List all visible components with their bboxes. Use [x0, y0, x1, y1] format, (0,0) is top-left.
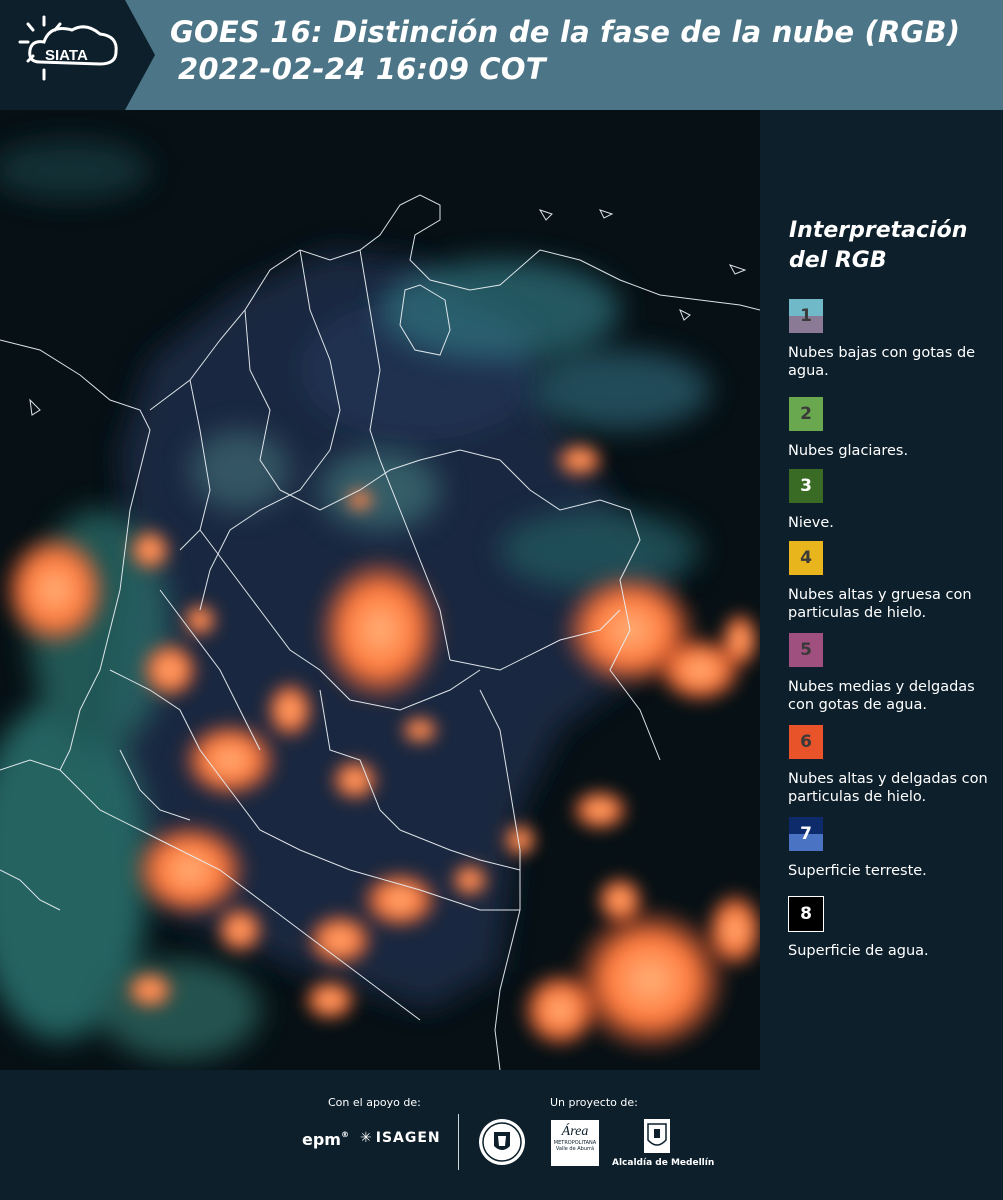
- alcaldia-logo-text: Alcaldía de Medellín: [612, 1158, 715, 1168]
- legend-swatch: 5: [788, 632, 824, 668]
- legend-item-4: 4 Nubes altas y gruesa con particulas de …: [788, 540, 1000, 622]
- legend-swatch: 4: [788, 540, 824, 576]
- legend-label: Nieve.: [788, 515, 834, 531]
- title-line-1: GOES 16: Distinción de la fase de la nub…: [170, 15, 961, 49]
- antioquia-seal-logo: [478, 1118, 526, 1170]
- legend-number: 4: [800, 548, 812, 568]
- support-caption: Con el apoyo de:: [328, 1096, 421, 1109]
- legend-label: Nubes altas y gruesa con particulas de h…: [788, 587, 972, 621]
- legend-item-1: 1 Nubes bajas con gotas de agua.: [788, 298, 1000, 380]
- legend-label: Nubes medias y delgadas con gotas de agu…: [788, 679, 975, 713]
- legend-swatch: 6: [788, 724, 824, 760]
- legend-number: 3: [800, 476, 812, 496]
- isagen-logo-text: ISAGEN: [375, 1130, 441, 1146]
- epm-logo: epm®: [302, 1130, 349, 1149]
- legend-item-5: 5 Nubes medias y delgadas con gotas de ag…: [788, 632, 1000, 714]
- legend-swatch: 3: [788, 468, 824, 504]
- legend-label: Superficie de agua.: [788, 943, 929, 959]
- legend-item-2: 2 Nubes glaciares.: [788, 396, 1000, 460]
- legend-number: 7: [800, 824, 812, 844]
- legend-item-3: 3 Nieve.: [788, 468, 1000, 532]
- legend-number: 1: [800, 306, 812, 326]
- legend-title: Interpretación del RGB: [789, 218, 968, 273]
- isagen-icon: ✳: [360, 1130, 373, 1146]
- area-metropolitana-logo: Área METROPOLITANA Valle de Aburrá: [551, 1120, 599, 1166]
- legend-number: 6: [800, 732, 812, 752]
- area-logo-sub2: Valle de Aburrá: [555, 1146, 595, 1152]
- legend-swatch: 2: [788, 396, 824, 432]
- legend-label: Nubes bajas con gotas de agua.: [788, 345, 976, 379]
- legend-panel: Interpretación del RGB 1 Nubes bajas con …: [760, 110, 1003, 1070]
- legend-item-8: 8 Superficie de agua.: [788, 896, 1000, 960]
- page-title: GOES 16: Distinción de la fase de la nub…: [170, 14, 960, 88]
- header-bar: SIATA GOES 16: Distinción de la fase de …: [0, 0, 1003, 110]
- footer-divider: [458, 1114, 459, 1170]
- legend-item-6: 6 Nubes altas y delgadas con particulas d…: [788, 724, 1000, 806]
- legend-swatch: 8: [788, 896, 824, 932]
- footer: Con el apoyo de: Un proyecto de: epm® ✳ I…: [0, 1070, 1003, 1200]
- legend-number: 5: [800, 640, 812, 660]
- legend-swatch: 1: [788, 298, 824, 334]
- legend-number: 8: [800, 904, 812, 924]
- legend-item-7: 7 Superficie terreste.: [788, 816, 1000, 880]
- satellite-map: [0, 110, 760, 1070]
- legend-label: Nubes glaciares.: [788, 443, 909, 459]
- logo-text: SIATA: [45, 47, 88, 64]
- isagen-logo: ✳ ISAGEN: [360, 1130, 441, 1146]
- epm-logo-text: epm: [302, 1130, 341, 1149]
- legend-label: Nubes altas y delgadas con particulas de…: [788, 771, 988, 805]
- legend-swatch: 7: [788, 816, 824, 852]
- siata-logo: SIATA: [0, 0, 155, 110]
- title-line-2: 2022-02-24 16:09 COT: [178, 52, 546, 86]
- area-logo-text: Área: [561, 1124, 589, 1139]
- alcaldia-medellin-logo: Alcaldía de Medellín: [612, 1118, 715, 1168]
- project-caption: Un proyecto de:: [550, 1096, 638, 1109]
- legend-number: 2: [800, 404, 812, 424]
- legend-label: Superficie terreste.: [788, 863, 927, 879]
